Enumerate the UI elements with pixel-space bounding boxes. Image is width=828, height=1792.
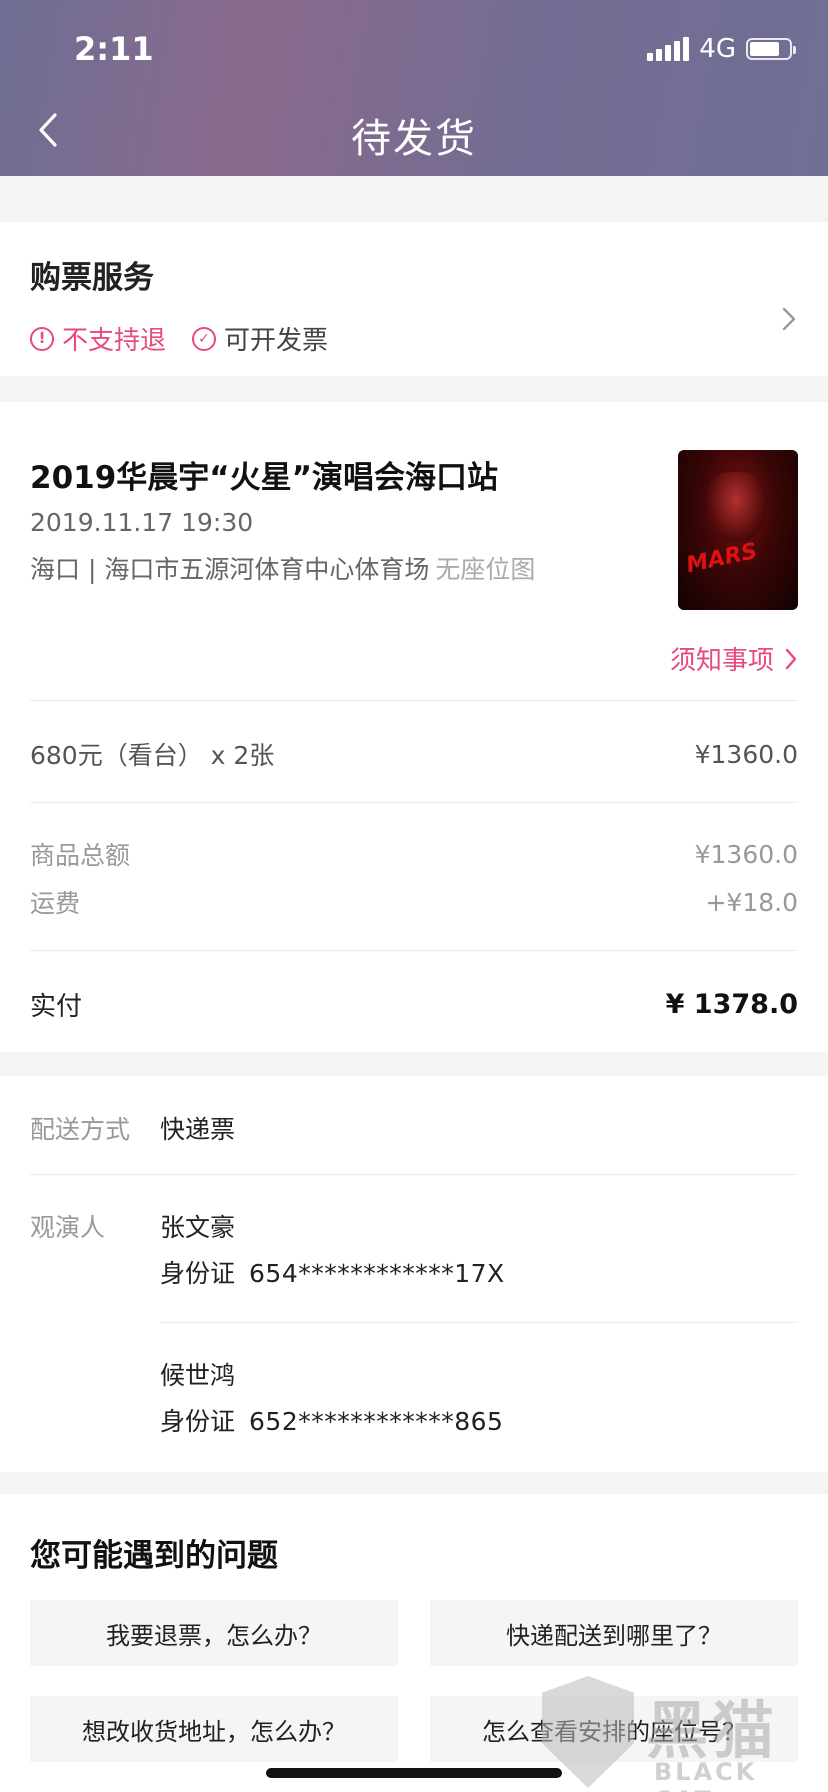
purchase-service-card[interactable]: 购票服务 ! 不支持退 ✓ 可开发票: [0, 222, 828, 376]
viewer-id-line: 身份证 654************17X: [160, 1254, 505, 1290]
watermark: 黑猫 BLACK CAT: [542, 1676, 822, 1792]
id-label: 身份证: [160, 1407, 236, 1436]
faq-title: 您可能遇到的问题: [30, 1538, 278, 1574]
id-number: 652************865: [249, 1407, 504, 1436]
viewer-name: 候世鸿: [160, 1361, 236, 1390]
delivery-method-value: 快递票: [160, 1115, 236, 1144]
poster-figure: [706, 472, 766, 542]
paid-row: 实付 ¥ 1378.0: [30, 982, 798, 1026]
divider: [160, 1322, 798, 1323]
signal-icon: [647, 37, 690, 61]
nav-header: 2:11 4G 待发货: [0, 0, 828, 176]
ticket-desc: 680元（看台） x 2张: [30, 741, 275, 770]
viewers-label: 观演人: [30, 1213, 106, 1242]
check-circle-icon: ✓: [192, 326, 217, 351]
no-refund-item: ! 不支持退: [30, 320, 166, 357]
ticket-price: ¥1360.0: [694, 739, 798, 769]
no-seat-map-label: 无座位图: [435, 555, 536, 584]
viewer-name: 张文豪: [160, 1213, 236, 1242]
id-label: 身份证: [160, 1259, 236, 1288]
event-venue: 海口 | 海口市五源河体育中心体育场 无座位图: [30, 550, 535, 586]
invoice-item: ✓ 可开发票: [192, 320, 328, 357]
venue-text: 海口 | 海口市五源河体育中心体育场: [30, 555, 430, 584]
subtotal-row: 商品总额 ¥1360.0: [30, 834, 798, 874]
service-items: ! 不支持退 ✓ 可开发票: [30, 320, 328, 357]
exclamation-icon: !: [30, 326, 54, 351]
service-title: 购票服务: [30, 260, 154, 296]
id-number: 654************17X: [249, 1259, 505, 1288]
poster-logo-text: MARS: [684, 538, 760, 579]
event-date: 2019.11.17 19:30: [30, 508, 254, 537]
divider: [30, 700, 798, 701]
status-icons: 4G: [647, 34, 796, 64]
paid-label: 实付: [30, 991, 83, 1022]
faq-address-button[interactable]: 想改收货地址，怎么办？: [30, 1696, 398, 1762]
shipping-value: +¥18.0: [705, 887, 798, 917]
no-refund-label: 不支持退: [62, 326, 167, 356]
chevron-right-icon: [782, 307, 796, 331]
faq-refund-button[interactable]: 我要退票，怎么办？: [30, 1600, 398, 1666]
watermark-cn: 黑猫: [646, 1694, 779, 1767]
delivery-method-label: 配送方式: [30, 1115, 131, 1144]
divider: [30, 1174, 798, 1175]
event-title: 2019华晨宇“火星”演唱会海口站: [30, 460, 499, 496]
divider: [30, 950, 798, 951]
viewer-id-line: 身份证 652************865: [160, 1402, 503, 1438]
battery-icon: [746, 38, 796, 60]
home-indicator[interactable]: [266, 1768, 562, 1778]
shipping-label: 运费: [30, 889, 81, 918]
page-title: 待发货: [351, 116, 477, 162]
status-time: 2:11: [74, 30, 154, 68]
paid-value: ¥ 1378.0: [665, 988, 798, 1020]
divider: [30, 802, 798, 803]
notice-label: 须知事项: [669, 646, 774, 676]
subtotal-value: ¥1360.0: [694, 839, 798, 869]
watermark-en: BLACK CAT: [654, 1758, 758, 1792]
chevron-right-icon: [785, 648, 797, 669]
notice-link[interactable]: 须知事项: [670, 640, 798, 677]
order-card: 2019华晨宇“火星”演唱会海口站 2019.11.17 19:30 海口 | …: [0, 402, 828, 1052]
network-label: 4G: [699, 34, 736, 64]
faq-shipping-button[interactable]: 快递配送到哪里了？: [430, 1600, 798, 1666]
shipping-row: 运费 +¥18.0: [30, 882, 798, 922]
event-poster[interactable]: MARS: [678, 450, 798, 610]
subtotal-label: 商品总额: [30, 841, 131, 870]
delivery-card: 配送方式 快递票 观演人 张文豪 身份证 654************17X 候…: [0, 1076, 828, 1472]
ticket-row: 680元（看台） x 2张 ¥1360.0: [30, 734, 798, 774]
invoice-label: 可开发票: [224, 326, 329, 356]
